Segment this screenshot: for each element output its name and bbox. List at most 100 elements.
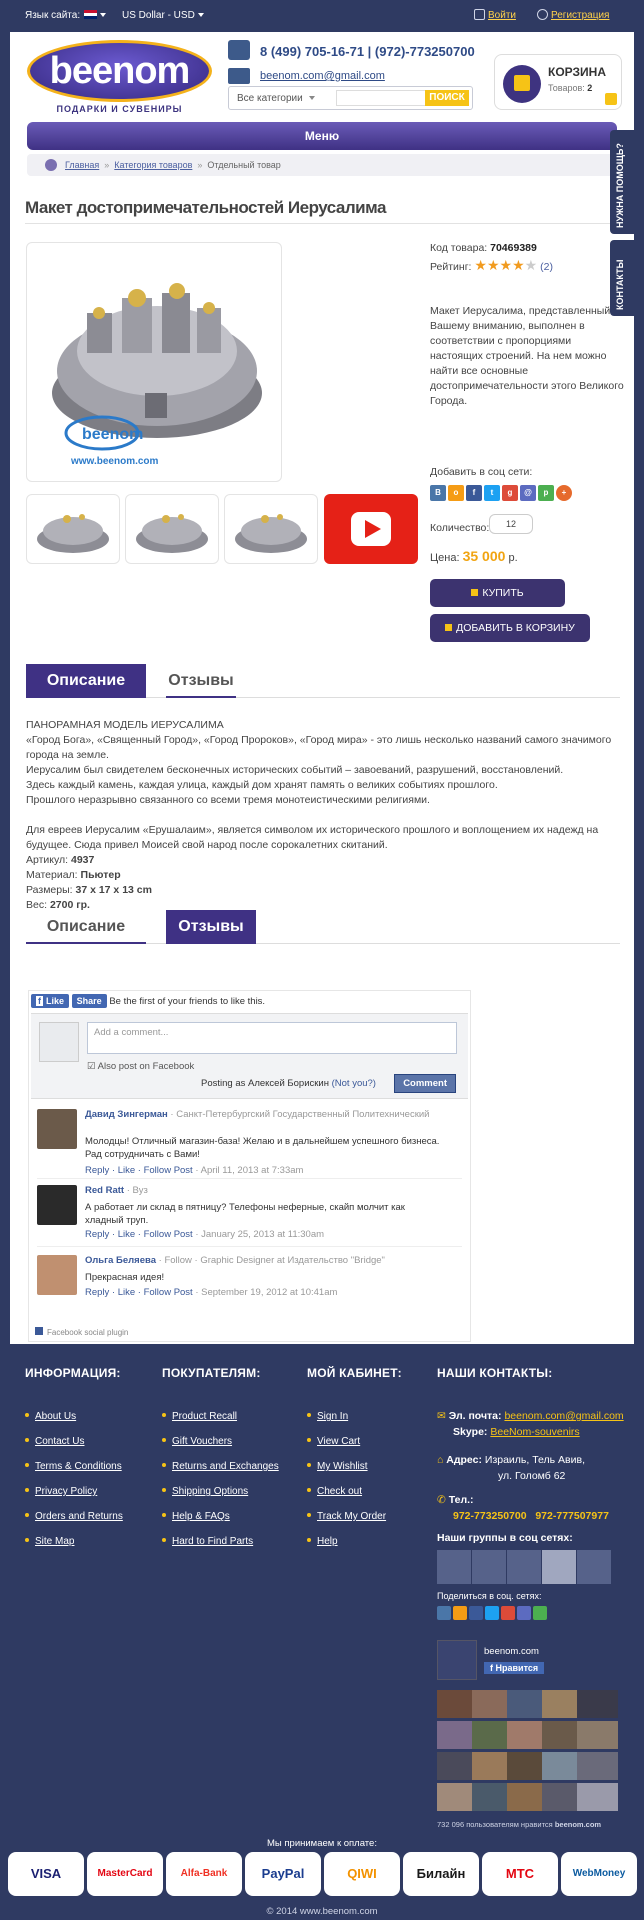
- search-button[interactable]: ПОИСК: [425, 90, 469, 106]
- header-email-link[interactable]: beenom.com@gmail.com: [260, 70, 385, 82]
- add-to-cart-button[interactable]: ДОБАВИТЬ В КОРЗИНУ: [430, 614, 590, 642]
- product-thumbnail-2[interactable]: [125, 494, 219, 564]
- comment-form: Add a comment... ☑ Also post on Facebook…: [31, 1013, 468, 1099]
- footer-buyers-title: ПОКУПАТЕЛЯМ:: [162, 1366, 261, 1380]
- footer-info-link[interactable]: Orders and Returns: [25, 1511, 123, 1522]
- fan-avatar[interactable]: [577, 1690, 618, 1718]
- print-icon[interactable]: [533, 1606, 547, 1620]
- footer-buyers-link[interactable]: Returns and Exchanges: [162, 1461, 279, 1472]
- quantity-label: Количество:: [430, 522, 490, 534]
- fb-like-button[interactable]: f Like: [31, 994, 70, 1008]
- twitter-icon[interactable]: [485, 1606, 499, 1620]
- google-plus-icon[interactable]: [501, 1606, 515, 1620]
- user-icon: [537, 9, 548, 20]
- mail-share-icon[interactable]: @: [520, 485, 536, 501]
- language-selector[interactable]: Язык сайта:: [25, 10, 107, 21]
- fb-fans-grid: [437, 1690, 618, 1814]
- footer-info-link[interactable]: Site Map: [25, 1536, 74, 1547]
- footer-phones: 972-773250700 972-777507977: [453, 1510, 609, 1522]
- breadcrumb-category[interactable]: Категория товаров: [114, 160, 192, 170]
- shopping-bag-icon: [514, 75, 530, 91]
- youtube-group-icon[interactable]: [577, 1550, 611, 1584]
- footer-buyers-link[interactable]: Gift Vouchers: [162, 1436, 232, 1447]
- facebook-group-icon[interactable]: [437, 1550, 471, 1584]
- footer-info-link[interactable]: About Us: [25, 1411, 76, 1422]
- product-thumbnail-3[interactable]: [224, 494, 318, 564]
- register-link[interactable]: Регистрация: [551, 10, 609, 21]
- also-post-checkbox[interactable]: ☑ Also post on Facebook: [87, 1061, 194, 1072]
- login-link[interactable]: Войти: [488, 10, 516, 21]
- tab-description[interactable]: Описание: [26, 664, 146, 698]
- footer-cabinet-link[interactable]: Track My Order: [307, 1511, 386, 1522]
- breadcrumb-home[interactable]: Главная: [65, 160, 99, 170]
- fb-page-name[interactable]: beenom.com: [484, 1646, 644, 1657]
- twitter-group-icon[interactable]: [472, 1550, 506, 1584]
- home-icon[interactable]: [45, 159, 57, 171]
- product-thumbnail-1[interactable]: [26, 494, 120, 564]
- site-logo[interactable]: beenom ПОДАРКИ И СУВЕНИРЫ: [27, 40, 212, 116]
- footer-cabinet-link[interactable]: My Wishlist: [307, 1461, 368, 1472]
- fan-avatar[interactable]: [577, 1752, 618, 1780]
- chevron-down-icon: [308, 96, 315, 103]
- mail-share-icon[interactable]: [517, 1606, 531, 1620]
- buy-button[interactable]: КУПИТЬ: [430, 579, 565, 607]
- footer-buyers-link[interactable]: Help & FAQs: [162, 1511, 230, 1522]
- footer-buyers-link[interactable]: Hard to Find Parts: [162, 1536, 253, 1547]
- more-share-icon[interactable]: +: [556, 485, 572, 501]
- header-phone: 8 (499) 705-16-71 | (972)-773250700: [260, 44, 475, 59]
- footer-info-link[interactable]: Terms & Conditions: [25, 1461, 122, 1472]
- search-bar: Все категории ПОИСК: [228, 86, 473, 110]
- help-side-tab[interactable]: НУЖНА ПОМОЩЬ?: [610, 130, 634, 234]
- footer-info-link[interactable]: Contact Us: [25, 1436, 84, 1447]
- cart-widget[interactable]: КОРЗИНА Товаров: 2: [494, 54, 622, 110]
- comment-button[interactable]: Comment: [394, 1074, 456, 1093]
- footer-share-icons: [437, 1606, 549, 1623]
- print-icon[interactable]: p: [538, 485, 554, 501]
- not-you-link[interactable]: (Not you?): [332, 1078, 376, 1089]
- quantity-input[interactable]: 12: [489, 514, 533, 534]
- footer-cabinet-link[interactable]: Sign In: [307, 1411, 348, 1422]
- contacts-side-tab[interactable]: КОНТАКТЫ: [610, 240, 634, 316]
- footer-cabinet-link[interactable]: View Cart: [307, 1436, 360, 1447]
- product-description: ПАНОРАМНАЯ МОДЕЛЬ ИЕРУСАЛИМА «Город Бога…: [26, 719, 612, 911]
- tab-reviews-2[interactable]: Отзывы: [166, 910, 256, 944]
- category-select[interactable]: Все категории: [237, 93, 315, 104]
- google-plus-icon[interactable]: g: [502, 485, 518, 501]
- fan-avatar[interactable]: [577, 1721, 618, 1749]
- footer-cabinet-link[interactable]: Help: [307, 1536, 338, 1547]
- footer-tel-label: ✆ Тел.:: [437, 1494, 474, 1506]
- avatar[interactable]: [37, 1185, 77, 1225]
- tab-reviews[interactable]: Отзывы: [166, 664, 236, 698]
- odnoklassniki-icon[interactable]: [453, 1606, 467, 1620]
- fan-avatar[interactable]: [577, 1783, 618, 1811]
- star-filled-icon: ★: [486, 257, 500, 273]
- facebook-comments-widget: f Like Share Be the first of your friends…: [28, 990, 471, 1342]
- odnoklassniki-group-icon[interactable]: [542, 1550, 576, 1584]
- reviews-link[interactable]: (2): [540, 261, 553, 273]
- comment-input[interactable]: Add a comment...: [87, 1022, 457, 1054]
- footer-buyers-link[interactable]: Product Recall: [162, 1411, 237, 1422]
- main-menu-button[interactable]: Меню: [27, 122, 617, 150]
- fb-page-avatar[interactable]: [437, 1640, 477, 1680]
- footer-info-link[interactable]: Privacy Policy: [25, 1486, 97, 1497]
- avatar[interactable]: [37, 1109, 77, 1149]
- google-plus-group-icon[interactable]: [507, 1550, 541, 1584]
- facebook-icon[interactable]: f: [466, 485, 482, 501]
- tab-description-2[interactable]: Описание: [26, 910, 146, 944]
- youtube-video-thumbnail[interactable]: [324, 494, 418, 564]
- currency-selector[interactable]: US Dollar - USD: [122, 10, 204, 21]
- product-main-image[interactable]: beenom www.beenom.com: [26, 242, 282, 482]
- vk-icon[interactable]: [437, 1606, 451, 1620]
- fb-share-button[interactable]: Share: [71, 994, 107, 1008]
- fb-like-page-button[interactable]: f Нравится: [484, 1662, 545, 1674]
- facebook-icon[interactable]: [469, 1606, 483, 1620]
- avatar[interactable]: [37, 1255, 77, 1295]
- odnoklassniki-icon[interactable]: o: [448, 485, 464, 501]
- footer-buyers-link[interactable]: Shipping Options: [162, 1486, 248, 1497]
- twitter-icon[interactable]: t: [484, 485, 500, 501]
- vk-icon[interactable]: B: [430, 485, 446, 501]
- breadcrumb-current: Отдельный товар: [207, 160, 281, 170]
- footer-cabinet-link[interactable]: Check out: [307, 1486, 362, 1497]
- search-input[interactable]: [336, 90, 426, 106]
- arrow-icon: [605, 93, 617, 105]
